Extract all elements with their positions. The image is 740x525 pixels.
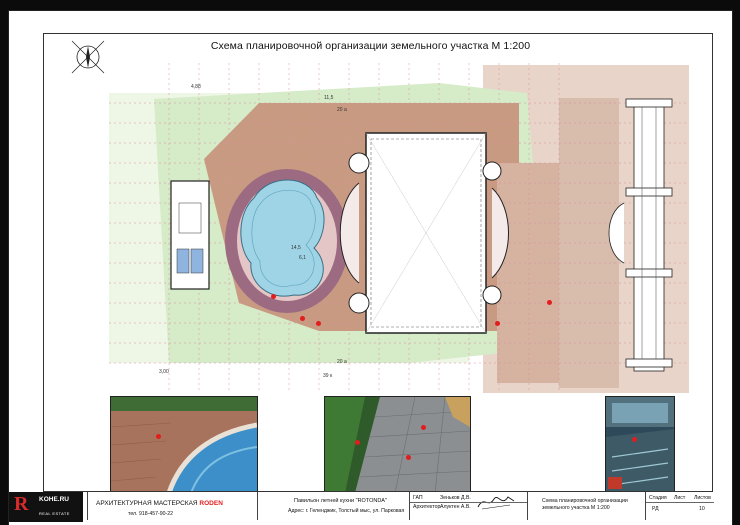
drawing-sheet: Схема планировочной организации земельно…: [9, 11, 732, 525]
dimension-label: 11,5: [324, 95, 334, 101]
drawing-title: Схема планировочной организации земельно…: [210, 40, 531, 52]
architect-label: Архитектор: [413, 504, 441, 510]
company-name: АРХИТЕКТУРНАЯ МАСТЕРСКАЯ: [96, 500, 198, 507]
stage-label: Стадия: [649, 495, 667, 501]
photo-marker[interactable]: [495, 321, 500, 326]
photo-paving-path: [324, 396, 471, 494]
sheets-label: Листов: [694, 495, 711, 501]
company-name-accent: RODEN: [199, 500, 223, 507]
photo-marker[interactable]: [300, 316, 305, 321]
photo-marker[interactable]: [271, 294, 276, 299]
title-block: R KOHE.RU REAL ESTATE АРХИТЕКТУРНАЯ МАСТ…: [9, 491, 714, 522]
project-title: Павильон летней кухни "ROTONDA": [294, 498, 387, 504]
gap-name: Зеньков Д.В.: [440, 495, 471, 501]
gap-label: ГАП: [413, 495, 423, 501]
dimension-label: 39 к: [323, 373, 333, 379]
photo-marker: [632, 437, 637, 442]
dimension-label: 20 а: [337, 359, 347, 365]
dimension-label: 20 а: [337, 107, 347, 113]
sheets-value: 10: [699, 506, 705, 512]
photo-marker: [421, 425, 426, 430]
kitchen-building: [170, 180, 210, 290]
stage-value: РД: [652, 506, 659, 512]
sheet-label: Лист: [674, 495, 686, 501]
north-compass-icon: [71, 40, 105, 74]
dimension-label: 6,1: [299, 255, 306, 261]
dimension-label: 3,00: [159, 369, 169, 375]
company-phone: тел. 918-457-90-22: [128, 511, 173, 517]
dimension-label: 4,88: [191, 84, 201, 90]
project-address: Адрес: г. Геленджик, Толстый мыс, ул. Па…: [288, 508, 405, 514]
photo-marker[interactable]: [547, 300, 552, 305]
photo-marker: [156, 434, 161, 439]
photo-terrace: [605, 396, 675, 494]
photo-marker: [355, 440, 360, 445]
dimension-label: 14,5: [291, 245, 301, 251]
photo-pool-deck: [110, 396, 258, 494]
architect-name: Алуктен А.В.: [440, 504, 471, 510]
site-plan: 11,5 20 а 20 а 39 к 6,1 14,5 3,00 4,88: [109, 63, 689, 393]
sheet-title: Схема планировочной организации земельно…: [542, 498, 628, 511]
photo-marker: [406, 455, 411, 460]
photo-marker[interactable]: [316, 321, 321, 326]
company-logo: R KOHE.RU REAL ESTATE: [9, 492, 83, 522]
